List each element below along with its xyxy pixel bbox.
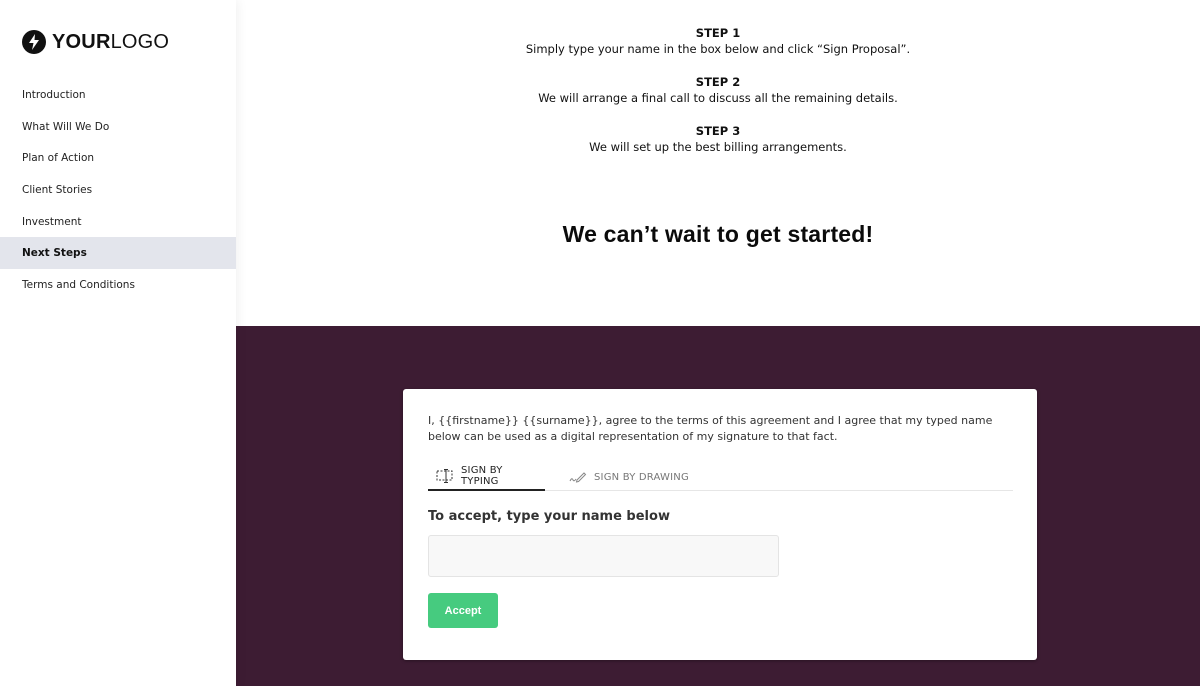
agreement-text: I, {{firstname}} {{surname}}, agree to t… [428, 414, 993, 443]
signature-tabs: SIGN BY TYPING SIGN BY DRAWING [428, 463, 1013, 491]
accept-button[interactable]: Accept [428, 593, 498, 628]
step-1-text: Simply type your name in the box below a… [525, 42, 911, 56]
lightning-bolt-icon [22, 30, 46, 54]
step-3-title: STEP 3 [695, 124, 741, 138]
logo-bold-text: YOUR [52, 30, 111, 53]
sidebar-item-next-steps[interactable]: Next Steps [0, 237, 236, 270]
signature-card: I, {{firstname}} {{surname}}, agree to t… [403, 389, 1037, 660]
tab-sign-by-typing-label: SIGN BY TYPING [461, 465, 503, 487]
step-2-title: STEP 2 [695, 75, 741, 89]
sidebar-item-what-will-we-do[interactable]: What Will We Do [0, 111, 236, 143]
signature-band: I, {{firstname}} {{surname}}, agree to t… [236, 326, 1200, 686]
name-input-label: To accept, type your name below [428, 509, 670, 524]
tab-sign-by-typing[interactable]: SIGN BY TYPING [428, 463, 545, 491]
sidebar: YOURLOGO Introduction What Will We Do Pl… [0, 0, 236, 686]
text-cursor-icon [436, 469, 454, 483]
step-1-title: STEP 1 [695, 26, 741, 40]
sidebar-item-investment[interactable]: Investment [0, 206, 236, 238]
logo-light-text: LOGO [110, 30, 170, 53]
pen-signature-icon [569, 470, 587, 484]
logo-text: YOURLOGO [52, 31, 169, 54]
name-input[interactable] [428, 535, 779, 577]
sidebar-item-introduction[interactable]: Introduction [0, 79, 236, 111]
tab-sign-by-drawing-label: SIGN BY DRAWING [594, 471, 689, 483]
cta-heading: We can’t wait to get started! [562, 221, 874, 247]
sidebar-item-client-stories[interactable]: Client Stories [0, 174, 236, 206]
sidebar-nav: Introduction What Will We Do Plan of Act… [0, 79, 236, 301]
step-2-text: We will arrange a final call to discuss … [538, 91, 898, 105]
sidebar-item-terms-and-conditions[interactable]: Terms and Conditions [0, 269, 236, 301]
steps-section: STEP 1 Simply type your name in the box … [236, 26, 1200, 173]
step-3-text: We will set up the best billing arrangem… [589, 140, 847, 154]
main-content: STEP 1 Simply type your name in the box … [236, 0, 1200, 686]
sidebar-item-plan-of-action[interactable]: Plan of Action [0, 142, 236, 174]
tab-sign-by-drawing[interactable]: SIGN BY DRAWING [561, 463, 697, 491]
logo[interactable]: YOURLOGO [22, 30, 169, 54]
